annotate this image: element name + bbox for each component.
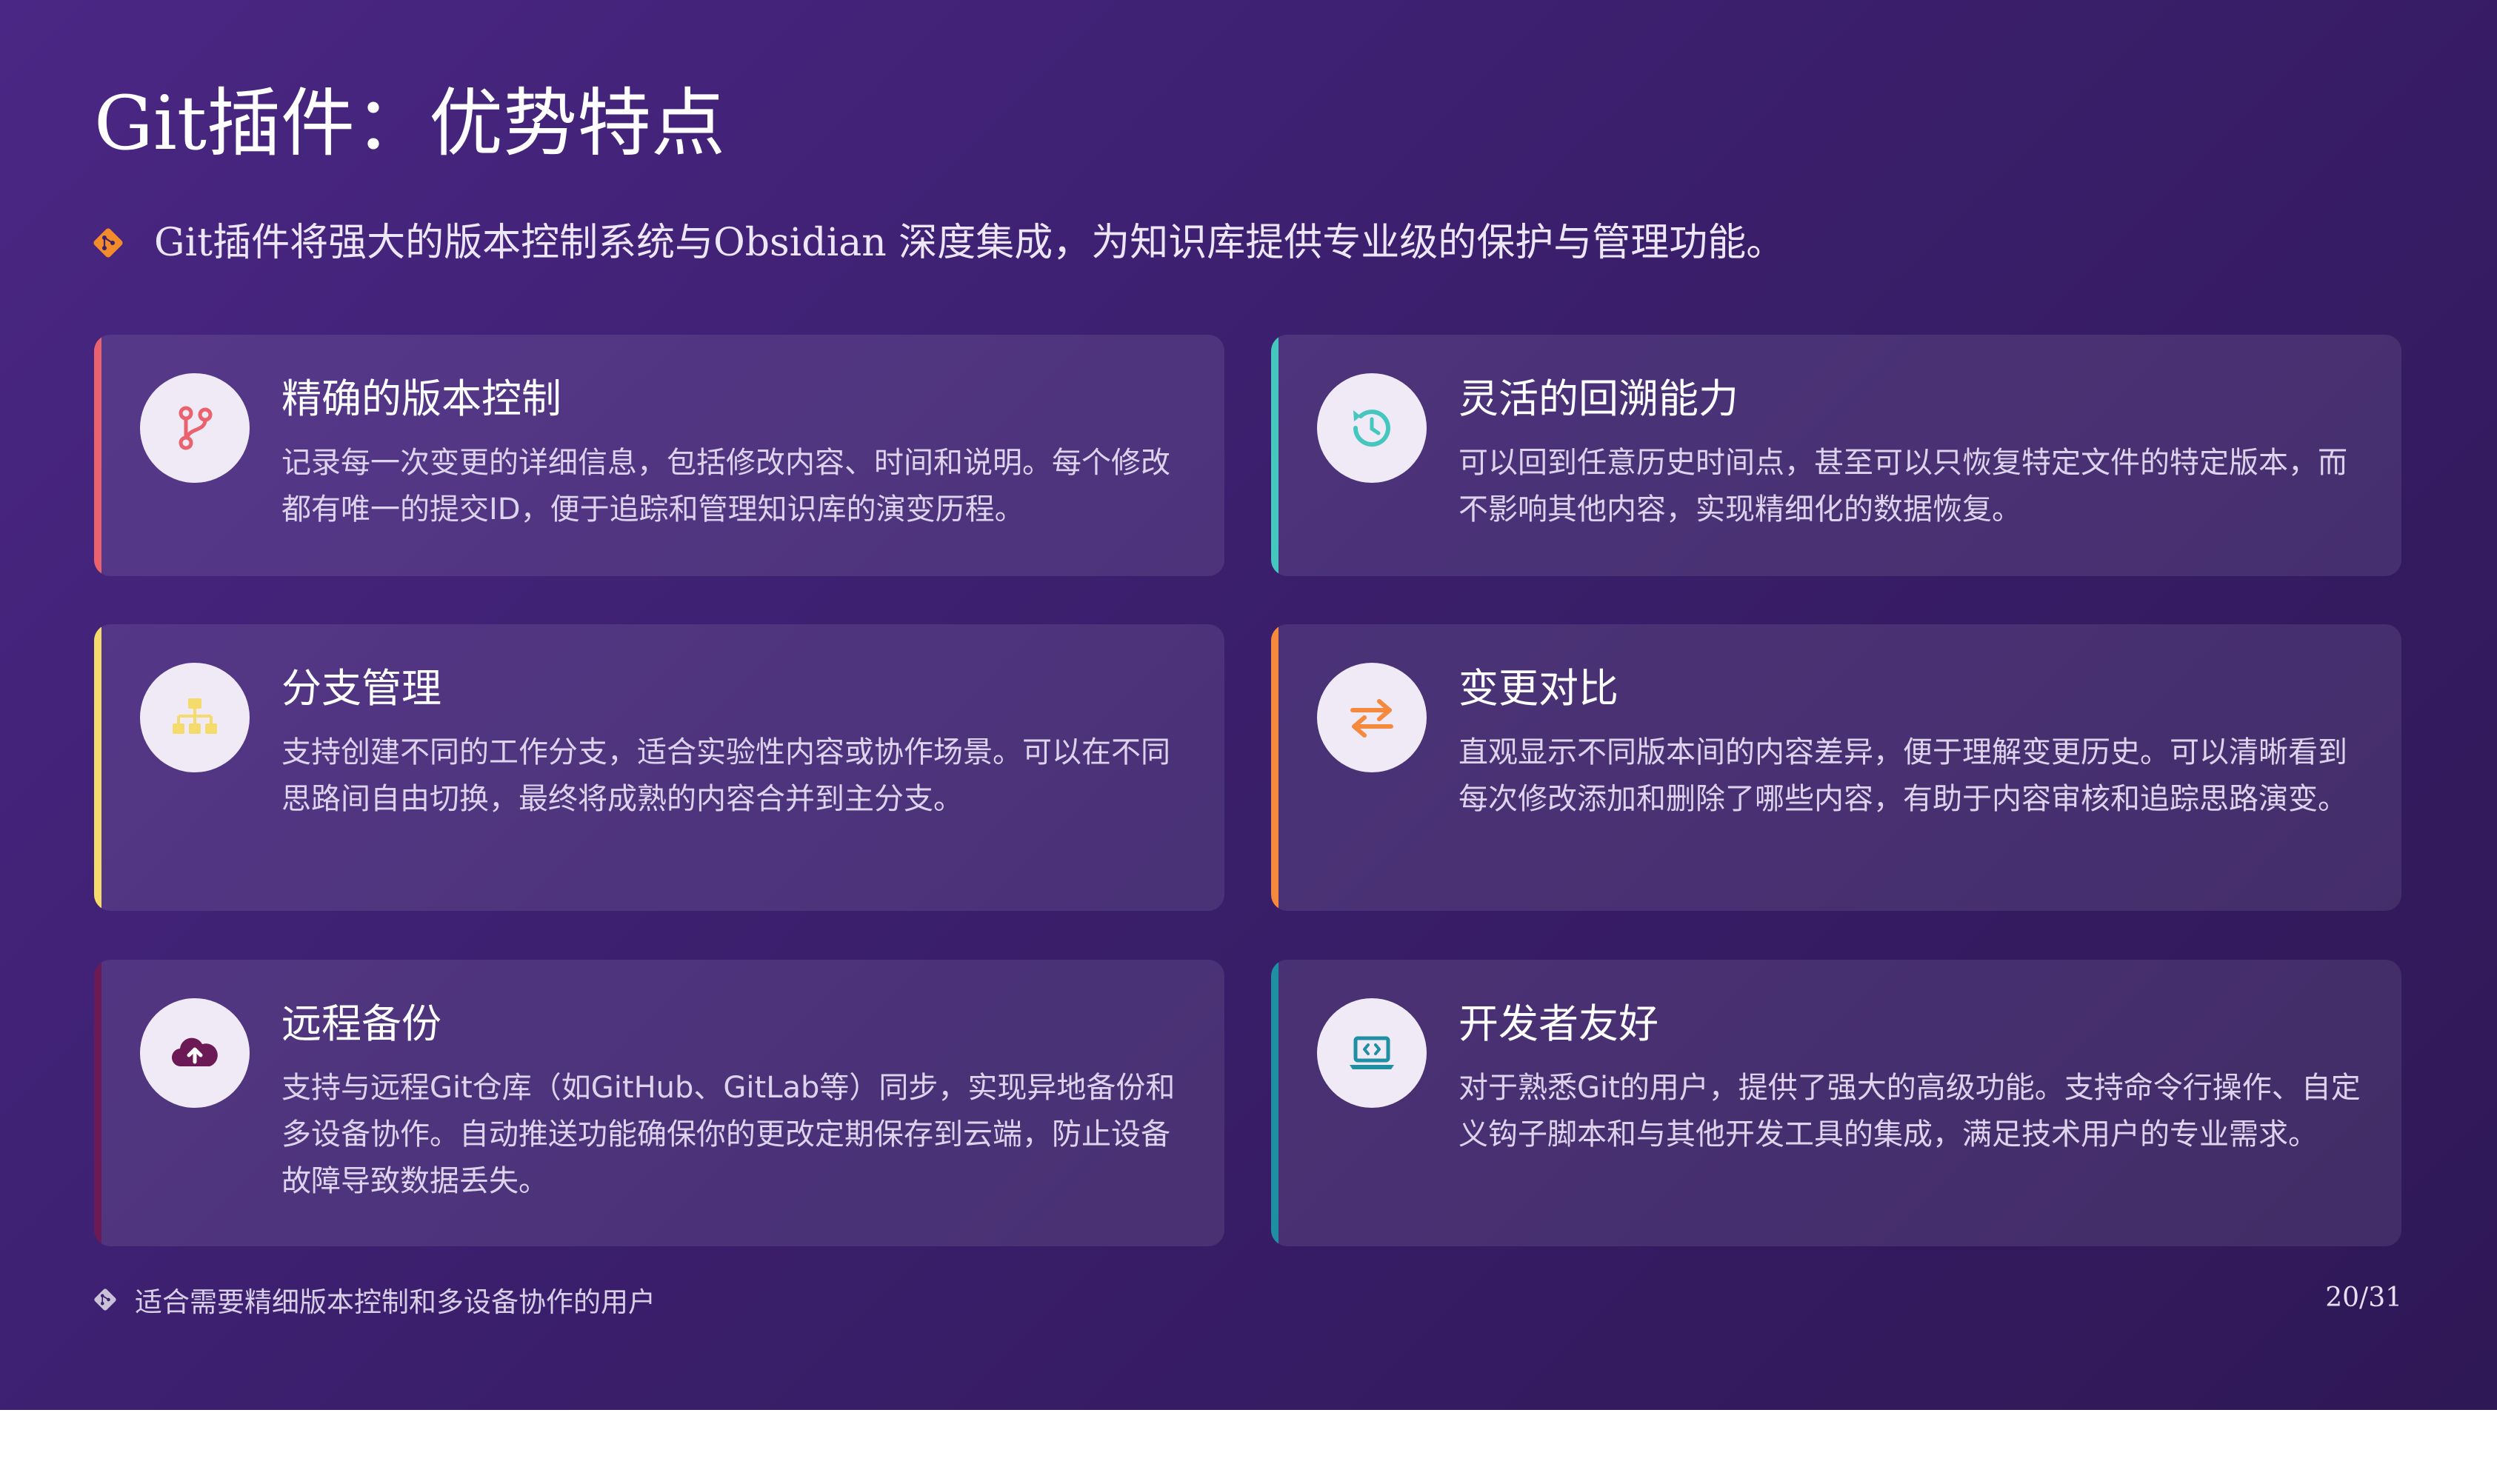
card-description: 可以回到任意历史时间点，甚至可以只恢复特定文件的特定版本，而不影响其他内容，实现… — [1458, 446, 2347, 527]
card-icon-badge — [1317, 998, 1427, 1108]
laptop-code-icon — [1350, 1036, 1394, 1069]
card-accent-bar — [1271, 624, 1278, 911]
slide-title: Git插件：优势特点 — [94, 80, 726, 167]
feature-card-rollback: 灵活的回溯能力 可以回到任意历史时间点，甚至可以只恢复特定文件的特定版本，而不影… — [1271, 335, 2401, 576]
feature-card-branches: 分支管理 支持创建不同的工作分支，适合实验性内容或协作场景。可以在不同思路间自由… — [94, 624, 1224, 911]
card-title: 远程备份 — [281, 1000, 441, 1047]
git-diamond-icon — [93, 228, 123, 258]
sitemap-icon — [173, 698, 217, 734]
git-diamond-icon — [94, 1289, 116, 1311]
slide: Git插件：优势特点 Git插件将强大的版本控制系统与Obsidian 深度集成… — [0, 0, 2497, 1410]
card-icon-badge — [140, 373, 250, 483]
card-icon-badge — [140, 663, 250, 772]
subtitle-row: Git插件将强大的版本控制系统与Obsidian 深度集成，为知识库提供专业级的… — [90, 219, 1784, 267]
card-accent-bar — [1271, 960, 1278, 1246]
history-icon — [1353, 410, 1390, 447]
feature-card-remote-backup: 远程备份 支持与远程Git仓库（如GitHub、GitLab等）同步，实现异地备… — [94, 960, 1224, 1246]
card-title: 开发者友好 — [1458, 1000, 1658, 1047]
card-title: 分支管理 — [281, 665, 441, 712]
card-accent-bar — [94, 960, 101, 1246]
card-description: 对于熟悉Git的用户，提供了强大的高级功能。支持命令行操作、自定义钩子脚本和与其… — [1458, 1071, 2361, 1152]
card-description: 支持与远程Git仓库（如GitHub、GitLab等）同步，实现异地备份和多设备… — [281, 1071, 1176, 1198]
card-accent-bar — [94, 624, 101, 911]
feature-card-version-control: 精确的版本控制 记录每一次变更的详细信息，包括修改内容、时间和说明。每个修改都有… — [94, 335, 1224, 576]
card-accent-bar — [94, 335, 101, 576]
card-title: 灵活的回溯能力 — [1458, 375, 1738, 422]
card-icon-badge — [140, 998, 250, 1108]
card-accent-bar — [1271, 335, 1278, 576]
page-number: 20/31 — [2325, 1283, 2402, 1313]
card-description: 支持创建不同的工作分支，适合实验性内容或协作场景。可以在不同思路间自由切换，最终… — [281, 735, 1170, 816]
footer-note: 适合需要精细版本控制和多设备协作的用户 — [135, 1286, 656, 1318]
code-branch-icon — [179, 406, 213, 450]
feature-card-developer-friendly: 开发者友好 对于熟悉Git的用户，提供了强大的高级功能。支持命令行操作、自定义钩… — [1271, 960, 2401, 1246]
card-description: 记录每一次变更的详细信息，包括修改内容、时间和说明。每个修改都有唯一的提交ID，… — [281, 446, 1170, 527]
card-icon-badge — [1317, 663, 1427, 772]
footer: 适合需要精细版本控制和多设备协作的用户 — [92, 1280, 656, 1320]
cloud-upload-icon — [171, 1037, 218, 1067]
card-icon-badge — [1317, 373, 1427, 483]
slide-subtitle: Git插件将强大的版本控制系统与Obsidian 深度集成，为知识库提供专业级的… — [154, 221, 1785, 265]
card-title: 变更对比 — [1458, 665, 1618, 712]
feature-card-diff: 变更对比 直观显示不同版本间的内容差异，便于理解变更历史。可以清晰看到每次修改添… — [1271, 624, 2401, 911]
exchange-arrows-icon — [1350, 699, 1393, 738]
card-description: 直观显示不同版本间的内容差异，便于理解变更历史。可以清晰看到每次修改添加和删除了… — [1458, 735, 2347, 816]
card-title: 精确的版本控制 — [281, 375, 561, 422]
